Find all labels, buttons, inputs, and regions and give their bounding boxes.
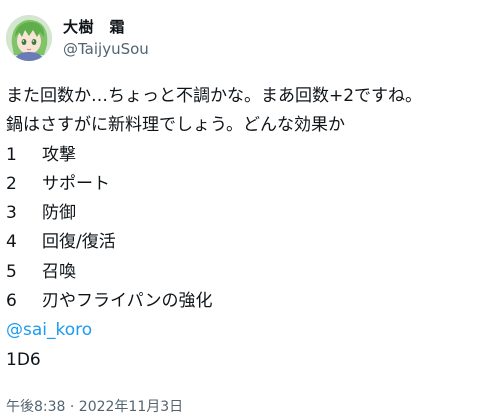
list-number: 1 [6,144,17,165]
tweet-line: 鍋はさすがに新料理でしょう。どんな効果か [6,115,345,136]
list-number: 5 [6,261,17,282]
list-text: 回復/復活 [42,232,116,253]
dice-text: 1D6 [6,349,41,370]
list-text: サポート [42,173,110,194]
list-number: 3 [6,203,17,224]
list-number: 4 [6,232,17,253]
list-text: 攻撃 [42,144,76,165]
mention-link[interactable]: @sai_koro [6,320,92,340]
list-text: 防御 [42,203,76,224]
tweet-timestamp[interactable]: 午後8:38 · 2022年11月3日 [6,396,183,416]
author-handle[interactable]: @TaijyuSou [63,39,149,59]
list-item: 2 サポート [6,170,476,199]
list-number: 2 [6,173,17,194]
list-item: 4 回復/復活 [6,228,476,257]
anime-character-avatar-icon[interactable] [6,15,52,61]
list-number: 6 [6,291,17,312]
author-display-name[interactable]: 大樹 霜 [63,17,149,37]
list-item: 3 防御 [6,199,476,228]
list-item: 1 攻撃 [6,141,476,170]
tweet-line: また回数か…ちょっと不調かな。まあ回数+2ですね。 [6,86,423,106]
tweet-card: 大樹 霜 @TaijyuSou また回数か…ちょっと不調かな。まあ回数+2ですね… [0,0,480,420]
mention-line: @sai_koro [6,316,476,345]
tweet-header: 大樹 霜 @TaijyuSou [6,12,149,64]
list-item: 6 刃やフライパンの強化 [6,287,476,316]
list-text: 刃やフライパンの強化 [42,291,213,312]
list-text: 召喚 [42,261,76,282]
list-item: 5 召喚 [6,258,476,287]
author-names: 大樹 霜 @TaijyuSou [63,17,149,59]
tweet-text: また回数か…ちょっと不調かな。まあ回数+2ですね。 鍋はさすがに新料理でしょう。… [6,82,476,375]
